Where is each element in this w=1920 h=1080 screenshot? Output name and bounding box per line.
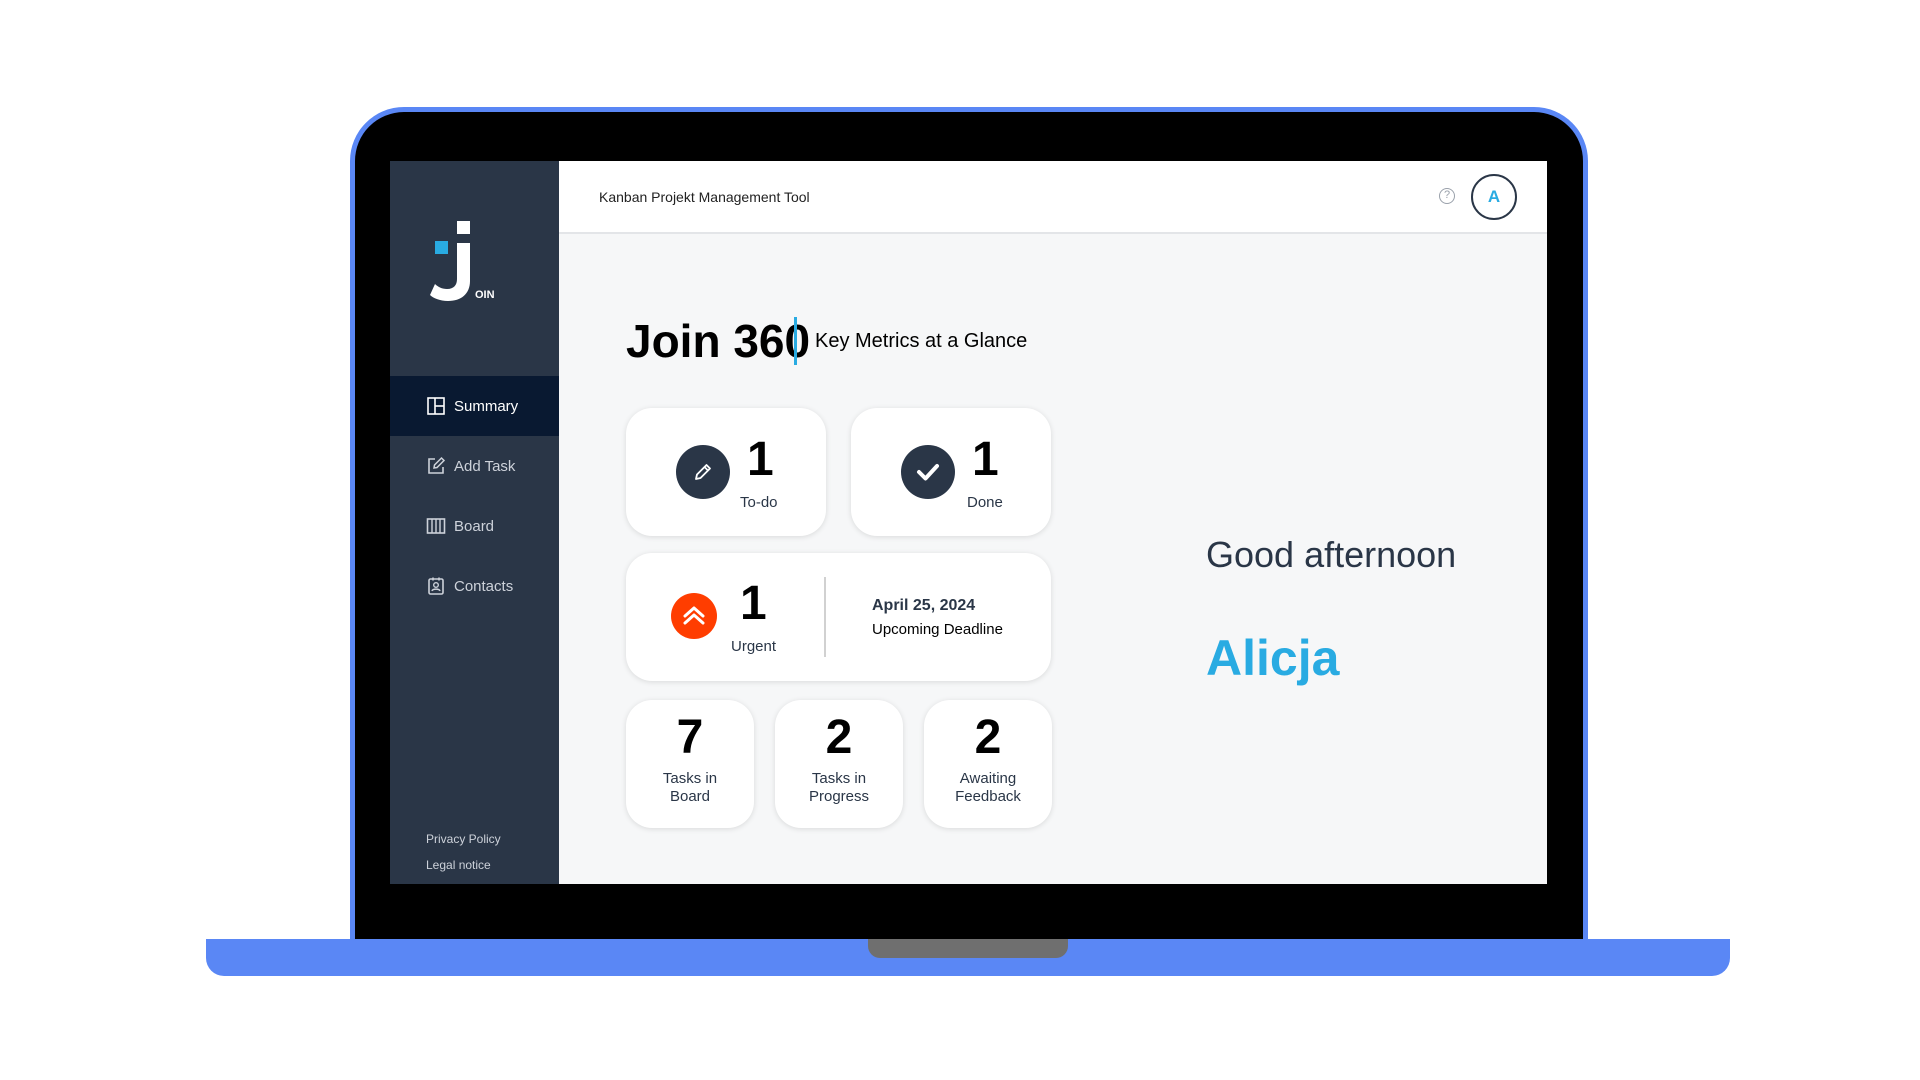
- awaiting-feedback-count: 2: [974, 711, 1002, 764]
- contacts-icon: [428, 577, 444, 595]
- privacy-policy-link[interactable]: Privacy Policy: [426, 826, 501, 852]
- checkmark-icon: [901, 445, 955, 499]
- header-title: Kanban Projekt Management Tool: [599, 189, 810, 205]
- sidebar-item-label: Summary: [454, 397, 519, 415]
- join-logo-icon: [430, 221, 470, 301]
- page-title: Join 360: [626, 315, 811, 367]
- urgent-divider: [824, 577, 826, 657]
- sidebar: OIN Summary Add Task Board Contacts Priv…: [390, 161, 559, 884]
- done-count: 1: [972, 433, 999, 486]
- pencil-icon: [676, 445, 730, 499]
- sidebar-item-label: Add Task: [454, 457, 516, 475]
- sidebar-item-label: Contacts: [454, 577, 514, 595]
- todo-label: To-do: [740, 494, 778, 511]
- sidebar-item-board[interactable]: Board: [390, 496, 559, 556]
- add-task-icon: [428, 456, 446, 474]
- help-icon[interactable]: ?: [1439, 188, 1455, 204]
- top-header: Kanban Projekt Management Tool ? A: [559, 161, 1547, 234]
- greeting-text: Good afternoon: [1206, 534, 1457, 575]
- greeting-user-name: Alicja: [1206, 630, 1340, 686]
- sidebar-item-contacts[interactable]: Contacts: [390, 556, 559, 616]
- sidebar-item-summary[interactable]: Summary: [390, 376, 559, 436]
- page-subtitle: Key Metrics at a Glance: [815, 330, 1028, 352]
- logo-suffix: OIN: [475, 289, 495, 301]
- todo-card[interactable]: 1 To-do: [626, 408, 826, 536]
- awaiting-feedback-card[interactable]: 2 Awaiting Feedback: [924, 700, 1052, 828]
- app-screen: OIN Summary Add Task Board Contacts Priv…: [390, 161, 1547, 884]
- tasks-in-board-card[interactable]: 7 Tasks in Board: [626, 700, 754, 828]
- sidebar-nav: Summary Add Task Board Contacts: [390, 376, 559, 616]
- urgent-card[interactable]: 1 Urgent April 25, 2024 Upcoming Deadlin…: [626, 553, 1051, 681]
- urgent-label: Urgent: [731, 638, 777, 655]
- tasks-in-progress-card[interactable]: 2 Tasks in Progress: [775, 700, 903, 828]
- sidebar-item-add-task[interactable]: Add Task: [390, 436, 559, 496]
- deadline-label: Upcoming Deadline: [872, 621, 1003, 638]
- awaiting-feedback-label: Awaiting Feedback: [955, 770, 1021, 805]
- done-label: Done: [967, 494, 1003, 511]
- deadline-date: April 25, 2024: [872, 597, 976, 614]
- summary-main: Join 360 Key Metrics at a Glance 1 To-do…: [559, 234, 1547, 884]
- user-avatar[interactable]: A: [1471, 174, 1517, 220]
- urgent-priority-icon: [671, 593, 717, 639]
- board-icon: [426, 518, 446, 534]
- todo-count: 1: [747, 433, 774, 486]
- done-card[interactable]: 1 Done: [851, 408, 1051, 536]
- summary-icon: [427, 397, 445, 415]
- urgent-count: 1: [740, 577, 767, 630]
- tasks-in-progress-label: Tasks in Progress: [808, 770, 870, 805]
- join-logo[interactable]: OIN: [430, 221, 500, 321]
- tasks-in-board-label: Tasks in Board: [662, 770, 718, 805]
- tasks-in-board-count: 7: [676, 711, 704, 764]
- legal-notice-link[interactable]: Legal notice: [426, 852, 501, 878]
- legal-links: Privacy Policy Legal notice: [426, 826, 501, 878]
- laptop-notch: [868, 939, 1068, 958]
- title-divider: [794, 317, 797, 365]
- tasks-in-progress-count: 2: [825, 711, 853, 764]
- sidebar-item-label: Board: [454, 517, 495, 535]
